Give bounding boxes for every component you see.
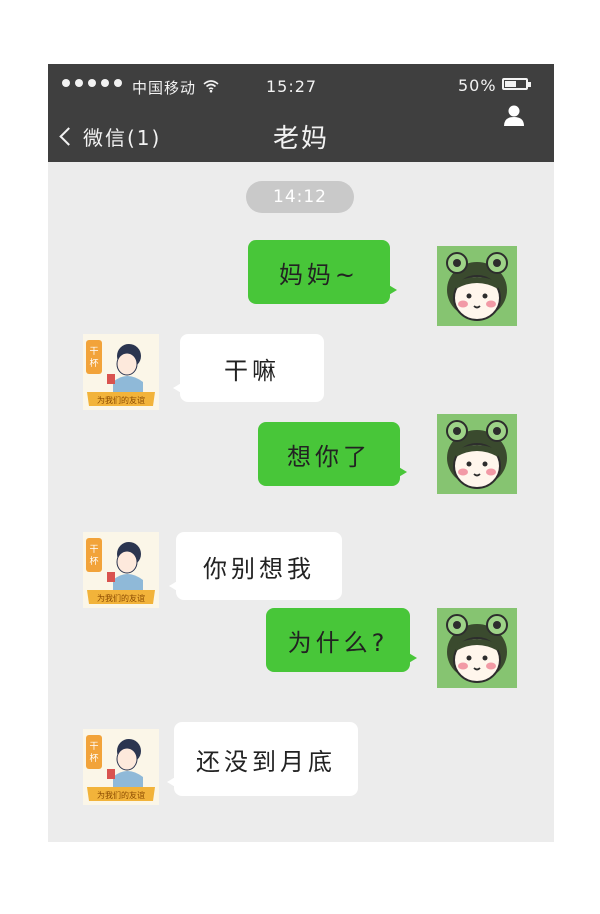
status-time: 15:27 xyxy=(266,77,318,96)
message-bubble-outgoing[interactable]: 想你了 xyxy=(258,422,407,486)
message-text: 干嘛 xyxy=(224,356,280,385)
svg-text:为我们的友谊: 为我们的友谊 xyxy=(97,593,145,603)
chevron-left-icon xyxy=(59,126,78,146)
svg-text:杯: 杯 xyxy=(89,357,98,369)
back-button[interactable]: 微信(1) xyxy=(58,120,161,152)
battery-icon xyxy=(502,78,531,90)
timestamp-badge: 14:12 xyxy=(246,181,354,213)
message-text: 还没到月底 xyxy=(196,747,336,776)
frog-hat-avatar-icon[interactable] xyxy=(437,608,517,688)
wifi-icon xyxy=(203,78,219,97)
svg-text:干: 干 xyxy=(89,346,98,357)
nav-bar: 微信(1) 老妈 xyxy=(48,105,554,162)
carrier-name: 中国移动 xyxy=(132,79,197,97)
message-bubble-outgoing[interactable]: 为什么? xyxy=(266,608,417,672)
message-bubble-outgoing[interactable]: 妈妈~ xyxy=(248,240,397,304)
frog-hat-avatar-icon[interactable] xyxy=(437,246,517,326)
message-text: 你别想我 xyxy=(203,554,315,583)
svg-text:为我们的友谊: 为我们的友谊 xyxy=(97,395,145,405)
cheers-sticker-avatar-icon[interactable]: 干 杯 为我们的友谊 xyxy=(83,729,159,805)
profile-icon[interactable] xyxy=(500,102,528,130)
message-text: 为什么? xyxy=(287,628,389,657)
message-bubble-incoming[interactable]: 还没到月底 xyxy=(167,722,358,796)
message-text: 想你了 xyxy=(287,442,371,471)
cheers-sticker-avatar-icon[interactable]: 干 杯 为我们的友谊 xyxy=(83,334,159,410)
signal-strength-icon xyxy=(62,79,122,87)
cheers-sticker-avatar-icon[interactable]: 干 杯 为我们的友谊 xyxy=(83,532,159,608)
frog-hat-avatar-icon[interactable] xyxy=(437,414,517,494)
battery-percentage: 50% xyxy=(458,76,497,95)
message-bubble-incoming[interactable]: 干嘛 xyxy=(173,334,324,402)
svg-text:杯: 杯 xyxy=(89,555,98,567)
svg-text:干: 干 xyxy=(89,544,98,555)
status-bar: 中国移动 15:27 50% xyxy=(48,64,554,110)
back-label: 微信(1) xyxy=(83,125,162,150)
message-bubble-incoming[interactable]: 你别想我 xyxy=(169,532,342,600)
svg-text:为我们的友谊: 为我们的友谊 xyxy=(97,790,145,800)
svg-text:干: 干 xyxy=(89,741,98,752)
message-text: 妈妈~ xyxy=(278,260,360,289)
svg-text:杯: 杯 xyxy=(89,752,98,764)
phone-screen: 中国移动 15:27 50% 微信(1) 老妈 14:12 妈妈~ 干 杯 为我… xyxy=(48,64,554,842)
